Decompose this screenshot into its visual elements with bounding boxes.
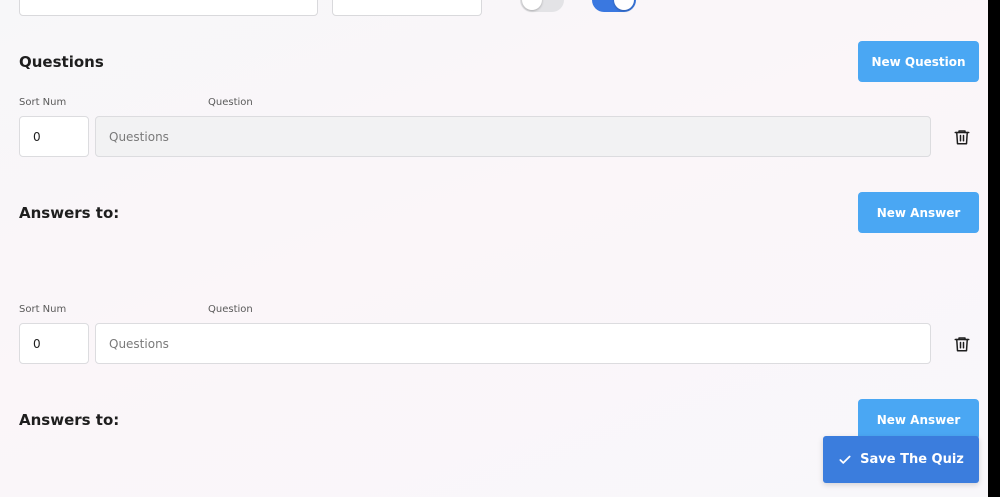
check-icon [839, 455, 851, 464]
trash-icon[interactable] [953, 128, 971, 146]
save-quiz-button[interactable]: Save The Quiz [823, 436, 979, 483]
sort-num-label: Sort Num [19, 304, 67, 315]
save-quiz-label: Save The Quiz [860, 452, 964, 467]
question-label: Question [208, 97, 253, 108]
answers-title: Answers to: [19, 204, 120, 222]
new-answer-button[interactable]: New Answer [858, 192, 979, 233]
toggle-knob [614, 0, 634, 10]
questions-title: Questions [19, 53, 104, 71]
toggle-off-switch[interactable] [520, 0, 564, 12]
new-question-button[interactable]: New Question [858, 41, 979, 82]
quiz-editor: Questions New Question Sort Num Question… [0, 0, 988, 497]
question-input[interactable]: Questions [95, 323, 931, 364]
question-input[interactable]: Questions [95, 116, 931, 157]
quiz-setting-input[interactable] [332, 0, 482, 16]
trash-icon[interactable] [953, 335, 971, 353]
scrollbar[interactable] [988, 0, 1000, 497]
question-label: Question [208, 304, 253, 315]
toggle-knob [522, 0, 542, 10]
sort-num-label: Sort Num [19, 97, 67, 108]
quiz-title-input[interactable] [19, 0, 318, 16]
sort-num-input[interactable]: 0 [19, 116, 89, 157]
sort-num-input[interactable]: 0 [19, 323, 89, 364]
new-answer-button[interactable]: New Answer [858, 399, 979, 440]
toggle-on-switch[interactable] [592, 0, 636, 12]
answers-title: Answers to: [19, 411, 120, 429]
